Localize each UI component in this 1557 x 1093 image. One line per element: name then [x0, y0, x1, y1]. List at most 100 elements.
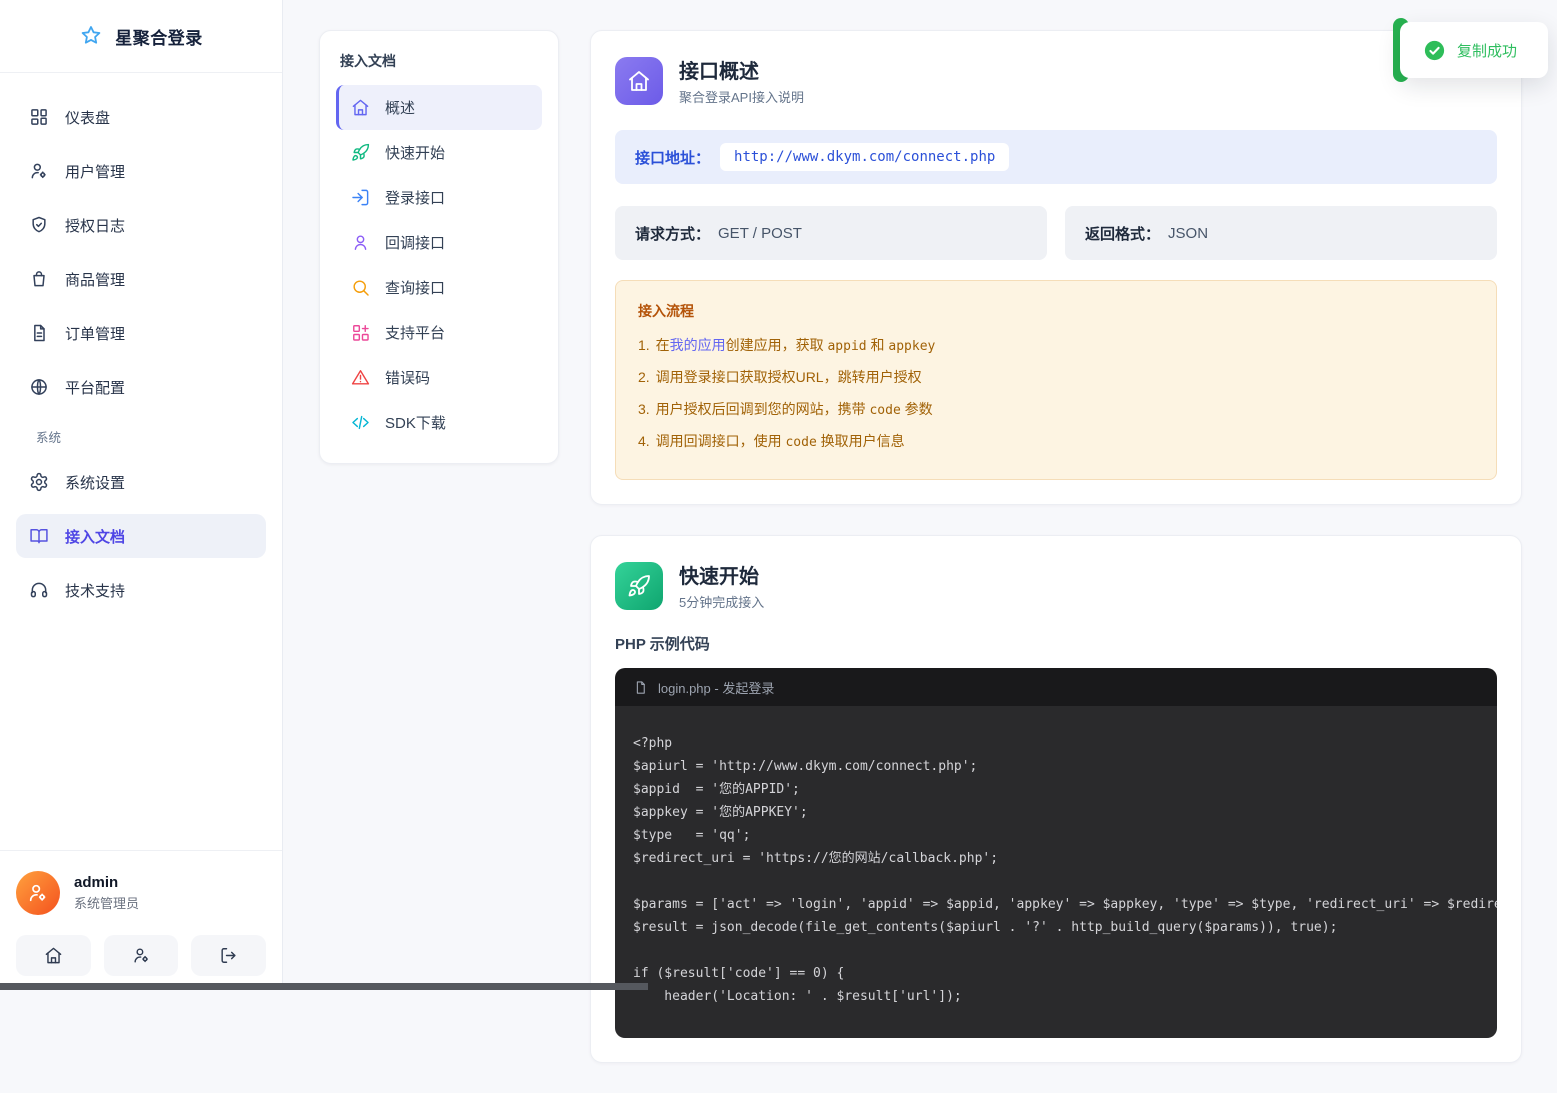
code-section-label: PHP 示例代码	[615, 633, 1497, 654]
doc-nav-item[interactable]: 回调接口	[336, 220, 542, 265]
quickstart-title: 快速开始	[679, 560, 764, 589]
sidebar-item-label: 授权日志	[65, 215, 125, 236]
flow-steps: 1. 在我的应用创建应用，获取 appid 和 appkey2. 调用登录接口获…	[638, 335, 1474, 451]
sidebar-item[interactable]: 技术支持	[16, 568, 266, 612]
doc-nav-item-label: 查询接口	[385, 277, 445, 298]
sidebar-item-label: 接入文档	[65, 526, 125, 547]
sidebar-item[interactable]: 平台配置	[16, 365, 266, 409]
doc-nav: 接入文档 概述 快速开始 登录接口 回调接口 查询接口 支持平台	[319, 30, 559, 464]
code-icon	[351, 413, 370, 432]
app-title: 星聚合登录	[115, 24, 203, 49]
overview-card: 接口概述 聚合登录API接入说明 接口地址： http://www.dkym.c…	[590, 30, 1522, 505]
sidebar-item-label: 平台配置	[65, 377, 125, 398]
app-logo: 星聚合登录	[0, 0, 282, 73]
doc-nav-item-label: 快速开始	[385, 142, 445, 163]
doc-nav-item-label: 概述	[385, 97, 415, 118]
settings-icon	[29, 472, 49, 492]
sidebar-item-label: 用户管理	[65, 161, 125, 182]
sidebar-item[interactable]: 授权日志	[16, 203, 266, 247]
doc-nav-title: 接入文档	[336, 47, 542, 85]
home-icon	[627, 69, 651, 93]
star-icon	[79, 24, 103, 48]
overview-title: 接口概述	[679, 55, 804, 84]
doc-nav-item[interactable]: 支持平台	[336, 310, 542, 355]
integration-flow-box: 接入流程 1. 在我的应用创建应用，获取 appid 和 appkey2. 调用…	[615, 280, 1497, 480]
doc-nav-item[interactable]: 登录接口	[336, 175, 542, 220]
code-block: login.php - 发起登录 <?php $apiurl = 'http:/…	[615, 668, 1497, 1038]
flow-step: 4. 调用回调接口，使用 code 换取用户信息	[638, 431, 1474, 451]
return-format-label: 返回格式：	[1085, 223, 1160, 244]
profile-button[interactable]	[104, 935, 179, 976]
return-format-box: 返回格式： JSON	[1065, 206, 1497, 260]
file-text-icon	[29, 323, 49, 343]
sidebar-item[interactable]: 订单管理	[16, 311, 266, 355]
toast-message: 复制成功	[1457, 40, 1517, 61]
flow-step: 1. 在我的应用创建应用，获取 appid 和 appkey	[638, 335, 1474, 355]
doc-nav-item[interactable]: 概述	[336, 85, 542, 130]
doc-nav-item-label: 错误码	[385, 367, 430, 388]
sidebar-item[interactable]: 用户管理	[16, 149, 266, 193]
doc-nav-item-label: 登录接口	[385, 187, 445, 208]
sidebar-item[interactable]: 仪表盘	[16, 95, 266, 139]
home-icon	[44, 946, 63, 965]
sidebar-item-label: 商品管理	[65, 269, 125, 290]
sidebar-item-label: 技术支持	[65, 580, 125, 601]
layout-grid-icon	[29, 107, 49, 127]
code-content[interactable]: <?php $apiurl = 'http://www.dkym.com/con…	[615, 706, 1497, 1038]
doc-nav-item[interactable]: SDK下载	[336, 400, 542, 445]
user-role: 系统管理员	[74, 893, 139, 912]
toast-notification: 复制成功	[1393, 22, 1548, 78]
request-method-value: GET / POST	[718, 225, 802, 242]
quickstart-card-icon	[615, 562, 663, 610]
sidebar-menu: 仪表盘 用户管理 授权日志 商品管理 订单管理	[0, 73, 282, 850]
api-url-chip[interactable]: http://www.dkym.com/connect.php	[720, 143, 1009, 171]
code-file-title: login.php - 发起登录	[658, 678, 774, 697]
rocket-icon	[627, 574, 651, 598]
quickstart-subtitle: 5分钟完成接入	[679, 592, 764, 611]
flow-step: 3. 用户授权后回调到您的网站，携带 code 参数	[638, 399, 1474, 419]
search-icon	[351, 278, 370, 297]
sidebar-section-label: 系统	[36, 427, 282, 446]
home-icon	[351, 98, 370, 117]
sidebar-item-label: 仪表盘	[65, 107, 110, 128]
overview-subtitle: 聚合登录API接入说明	[679, 87, 804, 106]
overview-card-icon	[615, 57, 663, 105]
flow-title: 接入流程	[638, 301, 1474, 321]
user-block: admin 系统管理员	[0, 850, 282, 990]
doc-nav-item-label: 支持平台	[385, 322, 445, 343]
footer-buttons	[16, 935, 266, 976]
code-block-header: login.php - 发起登录	[615, 668, 1497, 706]
my-apps-link[interactable]: 我的应用	[670, 337, 726, 353]
api-address-box: 接口地址： http://www.dkym.com/connect.php	[615, 130, 1497, 184]
horizontal-scrollbar[interactable]	[0, 983, 648, 990]
user-cog-icon	[132, 946, 151, 965]
sidebar-item[interactable]: 商品管理	[16, 257, 266, 301]
sidebar-item[interactable]: 系统设置	[16, 460, 266, 504]
log-in-icon	[351, 188, 370, 207]
globe-icon	[29, 377, 49, 397]
sidebar: 星聚合登录 仪表盘 用户管理 授权日志 商品管理	[0, 0, 283, 990]
request-method-box: 请求方式： GET / POST	[615, 206, 1047, 260]
file-icon	[633, 680, 648, 695]
doc-nav-item-label: 回调接口	[385, 232, 445, 253]
doc-nav-item[interactable]: 快速开始	[336, 130, 542, 175]
user-cog-icon	[29, 161, 49, 181]
user-icon	[351, 233, 370, 252]
doc-nav-item[interactable]: 错误码	[336, 355, 542, 400]
check-circle-icon	[1424, 40, 1445, 61]
alert-triangle-icon	[351, 368, 370, 387]
home-button[interactable]	[16, 935, 91, 976]
return-format-value: JSON	[1168, 225, 1208, 242]
logout-button[interactable]	[191, 935, 266, 976]
logout-icon	[219, 946, 238, 965]
shield-check-icon	[29, 215, 49, 235]
user-name: admin	[74, 874, 139, 891]
rocket-icon	[351, 143, 370, 162]
doc-nav-item-label: SDK下载	[385, 412, 446, 433]
sidebar-item-label: 系统设置	[65, 472, 125, 493]
book-open-icon	[29, 526, 49, 546]
sidebar-item[interactable]: 接入文档	[16, 514, 266, 558]
quickstart-card: 快速开始 5分钟完成接入 PHP 示例代码 login.php - 发起登录 <…	[590, 535, 1522, 1063]
doc-nav-item[interactable]: 查询接口	[336, 265, 542, 310]
shopping-bag-icon	[29, 269, 49, 289]
